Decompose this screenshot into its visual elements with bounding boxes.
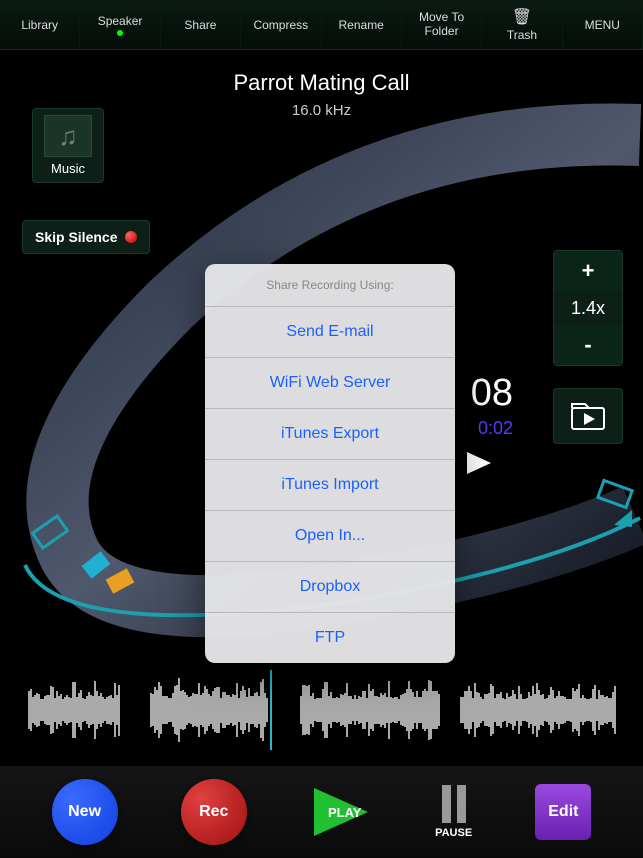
speed-panel: + 1.4x - <box>553 250 623 366</box>
move-to-folder-button[interactable]: Move To Folder <box>402 0 482 49</box>
folder-play-icon <box>571 402 605 430</box>
rename-button[interactable]: Rename <box>322 0 402 49</box>
label: Move To Folder <box>419 11 464 37</box>
playhead[interactable] <box>270 670 272 750</box>
share-button[interactable]: Share <box>161 0 241 49</box>
folder-button[interactable] <box>553 388 623 444</box>
label: Trash <box>507 28 537 42</box>
label: Speaker <box>98 14 143 28</box>
label: Share <box>184 18 216 32</box>
label: iTunes Export <box>281 425 379 442</box>
waveform-display[interactable] <box>0 670 643 750</box>
record-indicator-icon <box>125 231 137 243</box>
pause-button[interactable]: PAUSE <box>435 785 472 839</box>
label: Dropbox <box>300 578 360 595</box>
share-popup: Share Recording Using: Send E-mail WiFi … <box>205 264 455 663</box>
speed-value: 1.4x <box>554 291 622 325</box>
share-option-itunes-export[interactable]: iTunes Export <box>205 409 455 460</box>
top-toolbar: Library Speaker Share Compress Rename Mo… <box>0 0 643 50</box>
label: Compress <box>253 18 308 32</box>
label: Library <box>21 18 58 32</box>
menu-button[interactable]: MENU <box>563 0 643 49</box>
share-option-email[interactable]: Send E-mail <box>205 307 455 358</box>
label: FTP <box>315 629 345 646</box>
share-option-open-in[interactable]: Open In... <box>205 511 455 562</box>
speaker-indicator-icon <box>117 30 123 36</box>
speed-increase-button[interactable]: + <box>554 251 622 291</box>
speed-decrease-button[interactable]: - <box>554 325 622 365</box>
label: Open In... <box>295 527 365 544</box>
recording-title: Parrot Mating Call <box>0 70 643 96</box>
label: Rec <box>199 803 228 821</box>
new-button[interactable]: New <box>52 779 118 845</box>
bottom-bar: New Rec PLAY PAUSE Edit <box>0 766 643 858</box>
play-marker-icon <box>467 452 493 479</box>
trash-button[interactable]: 🗑 Trash <box>482 0 562 49</box>
label: Edit <box>548 803 578 821</box>
svg-text:PLAY: PLAY <box>328 805 362 820</box>
record-button[interactable]: Rec <box>181 779 247 845</box>
time-sub-display: 0:02 <box>478 418 513 439</box>
label: MENU <box>585 18 620 32</box>
music-icon: ♫ <box>44 115 92 157</box>
play-button[interactable]: PLAY <box>310 786 372 838</box>
label: PAUSE <box>435 827 472 839</box>
label: New <box>68 803 101 821</box>
minus-icon: - <box>584 332 591 358</box>
plus-icon: + <box>582 258 595 284</box>
play-icon: PLAY <box>310 786 372 838</box>
label: Rename <box>339 18 384 32</box>
music-category-button[interactable]: ♫ Music <box>32 108 104 183</box>
trash-icon: 🗑 <box>512 7 532 27</box>
music-label: Music <box>37 161 99 176</box>
share-option-ftp[interactable]: FTP <box>205 613 455 663</box>
time-display: 08 <box>471 372 513 415</box>
skip-silence-toggle[interactable]: Skip Silence <box>22 220 150 254</box>
share-popup-header: Share Recording Using: <box>205 264 455 307</box>
library-button[interactable]: Library <box>0 0 80 49</box>
speaker-button[interactable]: Speaker <box>80 0 160 49</box>
skip-silence-label: Skip Silence <box>35 229 117 245</box>
label: WiFi Web Server <box>270 374 391 391</box>
label: iTunes Import <box>281 476 378 493</box>
share-option-itunes-import[interactable]: iTunes Import <box>205 460 455 511</box>
share-option-wifi[interactable]: WiFi Web Server <box>205 358 455 409</box>
share-option-dropbox[interactable]: Dropbox <box>205 562 455 613</box>
compress-button[interactable]: Compress <box>241 0 321 49</box>
edit-button[interactable]: Edit <box>535 784 591 840</box>
pause-icon <box>442 785 466 823</box>
label: Send E-mail <box>286 323 373 340</box>
